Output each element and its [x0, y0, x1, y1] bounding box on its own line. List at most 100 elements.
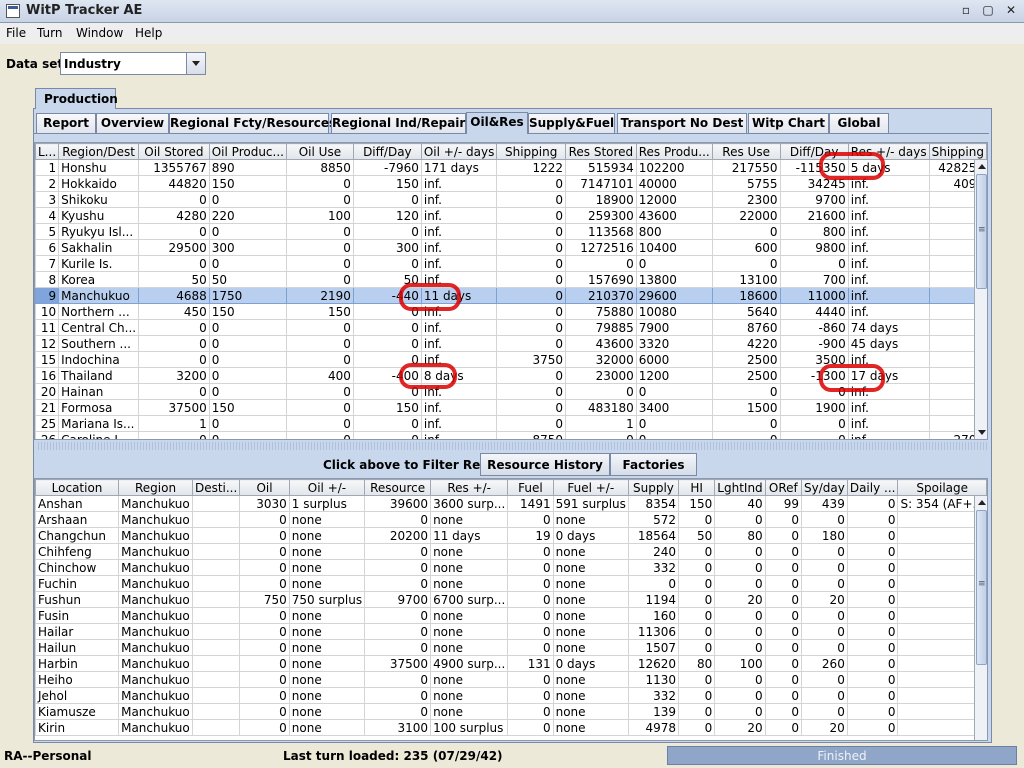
bottom-column-header[interactable]: Supply	[627, 479, 680, 496]
tab-transport-no-dest[interactable]: Transport No Dest	[617, 113, 747, 133]
table-cell: 0	[846, 687, 899, 704]
bottom-column-header[interactable]: Oil +/-	[288, 479, 366, 496]
close-icon[interactable]: ✕	[1003, 3, 1019, 19]
table-row[interactable]: Fuchin Manchukuo 0 none 0 none 0 none 0 0 0 0 0 0	[35, 575, 987, 592]
table-row[interactable]: 1 Honshu 1355767 890 8850 -7960 171 days 1222 51…	[35, 159, 987, 176]
bottom-column-header[interactable]: Fuel	[507, 479, 554, 496]
region-table-scrollbar[interactable]	[974, 160, 987, 439]
location-table-scrollbar[interactable]	[974, 496, 987, 740]
table-row[interactable]: 2 Hokkaido 44820 150 0 150 inf. 0 7147101 40000 57…	[35, 175, 987, 192]
bottom-column-header[interactable]: HI	[678, 479, 716, 496]
top-column-header[interactable]: Res +/- days	[847, 143, 930, 160]
top-column-header[interactable]: Res Use	[711, 143, 781, 160]
table-cell: 0	[714, 543, 766, 560]
table-cell: 0	[208, 383, 287, 400]
table-row[interactable]: Hailun Manchukuo 0 none 0 none 0 none 1507 0 0 0 0 0	[35, 639, 987, 656]
bottom-column-header[interactable]: Res +/-	[430, 479, 509, 496]
top-column-header[interactable]: Diff/Day	[779, 143, 849, 160]
bottom-column-header[interactable]: ORef	[764, 479, 802, 496]
table-row[interactable]: 8 Korea 50 50 0 50 inf. 0 157690 13800 13100 700 inf…	[35, 271, 987, 288]
tab-overview[interactable]: Overview	[96, 113, 169, 133]
table-cell	[191, 559, 241, 576]
table-row[interactable]: 11 Central Ch... 0 0 0 0 inf. 0 79885 7900 8760 -86…	[35, 319, 987, 336]
table-row[interactable]: 3Shikoku0000inf.0189001200023009700inf.0	[35, 191, 987, 208]
table-row[interactable]: 4 Kyushu 4280 220 100 120 inf. 0 259300 43600 2200…	[35, 207, 987, 224]
table-row[interactable]: 5 Ryukyu Isl... 0 0 0 0 inf. 0 113568 800 0 800 inf.…	[35, 223, 987, 240]
table-row[interactable]: 6 Sakhalin 29500 300 0 300 inf. 0 1272516 10400 60…	[35, 239, 987, 256]
menu-file[interactable]: File	[6, 26, 26, 40]
scroll-thumb[interactable]	[976, 510, 987, 665]
table-row[interactable]: Changchun Manchukuo 0 none 20200 11 days 19 0 d…	[35, 527, 987, 544]
table-row[interactable]: Heiho Manchukuo 0 none 0 none 0 none 1130 0 0 0 0 0	[35, 671, 987, 688]
tab-report[interactable]: Report	[36, 113, 96, 133]
table-row[interactable]: Kiamusze Manchukuo 0 none 0 none 0 none 139 0 0 0 0 0	[35, 703, 987, 720]
table-row[interactable]: 7Kurile Is.0000inf.00000inf.0	[35, 255, 987, 272]
table-row[interactable]: Hailar Manchukuo 0 none 0 none 0 none 11306 0 0 0 0 0	[35, 623, 987, 640]
top-column-header[interactable]: Oil Use	[285, 143, 354, 160]
top-column-header[interactable]: Oil Stored	[138, 143, 210, 160]
menu-help[interactable]: Help	[135, 26, 162, 40]
bottom-column-header[interactable]: Desti...	[191, 479, 241, 496]
table-cell: 0	[239, 575, 290, 592]
table-row[interactable]: 12 Southern ... 0 0 0 0 inf. 0 43600 3320 4220 -900…	[35, 335, 987, 352]
table-row[interactable]: 16 Thailand 3200 0 400 -400 8 days 0 23000 1200 25…	[35, 367, 987, 384]
bottom-column-header[interactable]: Region	[118, 479, 193, 496]
top-column-header[interactable]: Region/Dest	[58, 143, 140, 160]
table-cell: 50	[138, 271, 210, 288]
factories-button[interactable]: Factories	[610, 453, 697, 476]
maximize-icon[interactable]: ▢	[980, 3, 996, 19]
bottom-column-header[interactable]: Oil	[239, 479, 290, 496]
tab-oil-res[interactable]: Oil&Res	[466, 112, 528, 134]
menu-turn[interactable]: Turn	[37, 26, 62, 40]
table-row[interactable]: Jehol Manchukuo 0 none 0 none 0 none 332 0 0 0 0 0	[35, 687, 987, 704]
scroll-down-icon[interactable]	[975, 426, 987, 439]
resource-history-button[interactable]: Resource History	[480, 453, 610, 476]
tab-supply-fuel[interactable]: Supply&Fuel	[528, 113, 615, 133]
top-column-header[interactable]: L...	[35, 143, 60, 160]
tab-production[interactable]: Production	[35, 88, 118, 109]
table-row[interactable]: 15 Indochina 0 0 0 0 inf. 3750 32000 6000 2500 3500…	[35, 351, 987, 368]
bottom-column-header[interactable]: Spoilage	[897, 479, 987, 496]
top-column-header[interactable]: Diff/Day	[352, 143, 422, 160]
top-column-header[interactable]: Shipping	[496, 143, 566, 160]
table-row[interactable]: 26 Caroline I... 0 0 0 0 inf. 8750 0 0 0 0 inf. 2700	[35, 431, 987, 439]
bottom-column-header[interactable]: Fuel +/-	[552, 479, 629, 496]
dataset-select[interactable]: Industry	[60, 52, 206, 75]
top-column-header[interactable]: Res Stored	[565, 143, 637, 160]
table-row[interactable]: Chihfeng Manchukuo 0 none 0 none 0 none 240 0 0 0 0 0	[35, 543, 987, 560]
table-row[interactable]: 9 Manchukuo 4688 1750 2190 -440 11 days 0 210370…	[35, 287, 987, 304]
table-row[interactable]: Anshan Manchukuo 3030 1 surplus 39600 3600 su…	[35, 495, 987, 512]
scroll-up-icon[interactable]	[975, 496, 987, 509]
table-row[interactable]: 25Mariana Is...1000inf.01000inf.0	[35, 415, 987, 432]
bottom-column-header[interactable]: Sy/day	[800, 479, 848, 496]
table-row[interactable]: 20Hainan0000inf.00000inf.0	[35, 383, 987, 400]
table-cell: Caroline I...	[58, 431, 140, 439]
table-row[interactable]: Harbin Manchukuo 0 none 37500 4900 surp... 131…	[35, 655, 987, 672]
table-row[interactable]: Fusin Manchukuo 0 none 0 none 0 none 160 0 0 0 0 0	[35, 607, 987, 624]
bottom-column-header[interactable]: LghtInd	[714, 479, 766, 496]
table-row[interactable]: Kirin Manchukuo 0 none 3100 100 surplus 0 none 4…	[35, 719, 987, 736]
menu-window[interactable]: Window	[76, 26, 123, 40]
scroll-thumb[interactable]	[976, 174, 987, 289]
table-row[interactable]: Chinchow Manchukuo 0 none 0 none 0 none 332 0 0 0 0 0	[35, 559, 987, 576]
split-pane-divider[interactable]	[36, 442, 988, 450]
top-column-header[interactable]: Res Produ...	[635, 143, 713, 160]
tab-witp-chart[interactable]: Witp Chart	[748, 113, 829, 133]
chevron-down-icon[interactable]	[186, 53, 205, 74]
tab-regional-fcty-resources[interactable]: Regional Fcty/Resources	[169, 113, 336, 133]
restore-icon[interactable]: ▫	[958, 3, 974, 19]
tab-regional-ind-repair[interactable]: Regional Ind/Repair	[331, 113, 466, 133]
tab-global[interactable]: Global	[829, 113, 889, 133]
table-row[interactable]: 10 Northern ... 450 150 150 0 inf. 0 75880 10080 5…	[35, 303, 987, 320]
top-column-header[interactable]: Oil Produc...	[208, 143, 287, 160]
top-column-header[interactable]: Shipping	[928, 143, 987, 160]
table-cell: none	[552, 639, 629, 656]
table-row[interactable]: Fushun Manchukuo 750 750 surplus 9700 6700 su…	[35, 591, 987, 608]
bottom-column-header[interactable]: Location	[35, 479, 120, 496]
bottom-column-header[interactable]: Resource	[364, 479, 432, 496]
bottom-column-header[interactable]: Daily ...	[846, 479, 899, 496]
table-row[interactable]: 21 Formosa 37500 150 0 150 inf. 0 483180 3400 1500…	[35, 399, 987, 416]
top-column-header[interactable]: Oil +/- days	[420, 143, 498, 160]
scroll-up-icon[interactable]	[975, 160, 987, 173]
table-row[interactable]: Arshaan Manchukuo 0 none 0 none 0 none 572 0 0 0 0 0	[35, 511, 987, 528]
